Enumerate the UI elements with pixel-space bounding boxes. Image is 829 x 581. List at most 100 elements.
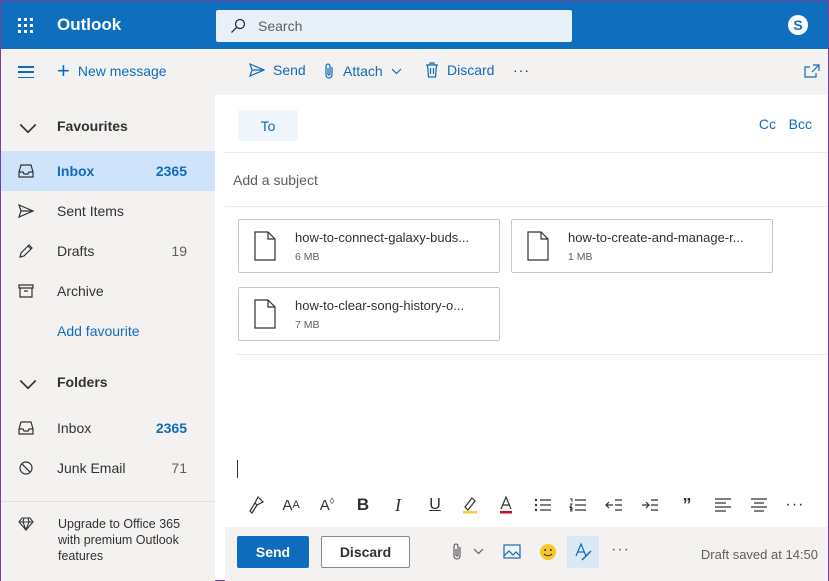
send-button[interactable]: Send	[237, 536, 309, 568]
send-toolbar-button[interactable]: Send	[249, 62, 306, 78]
search-input[interactable]: Search	[258, 18, 302, 34]
sidebar-item-drafts[interactable]: Drafts 19	[1, 231, 215, 271]
send-bar: Send Discard ··· Draft saved at 14:50	[225, 527, 828, 581]
discard-toolbar-label: Discard	[447, 62, 495, 78]
file-icon	[254, 299, 276, 329]
to-button[interactable]: To	[238, 110, 298, 141]
add-favourite-label: Add favourite	[57, 323, 140, 339]
highlight-icon[interactable]	[459, 495, 481, 515]
increase-indent-icon[interactable]	[639, 495, 661, 515]
skype-icon[interactable]: S	[788, 15, 808, 35]
cc-link[interactable]: Cc	[759, 116, 776, 132]
chevron-down-icon	[391, 68, 402, 74]
folders-header[interactable]: Folders	[1, 362, 215, 402]
search-box[interactable]: Search	[216, 10, 572, 42]
inbox-icon	[18, 164, 34, 178]
search-icon	[231, 18, 246, 33]
message-body[interactable]	[225, 355, 828, 483]
text-effects-icon[interactable]: A ◊	[316, 495, 338, 515]
item-count: 19	[171, 243, 187, 259]
attachment-name: how-to-connect-galaxy-buds...	[295, 230, 470, 245]
underline-icon[interactable]: U	[424, 495, 446, 515]
decrease-indent-icon[interactable]	[603, 495, 625, 515]
sidebar-item-label: Archive	[57, 283, 104, 299]
subject-field[interactable]: Add a subject	[225, 153, 828, 207]
sidebar-item-label: Inbox	[57, 163, 95, 179]
sidebar-item-label: Drafts	[57, 243, 95, 259]
attachment-size: 6 MB	[295, 251, 320, 263]
image-icon[interactable]	[503, 544, 521, 559]
favourites-header[interactable]: Favourites	[1, 106, 215, 146]
new-message-button[interactable]: + New message	[57, 60, 167, 82]
more-options-button[interactable]: ···	[611, 541, 630, 559]
emoji-icon[interactable]	[539, 543, 557, 561]
sidebar-item-label: Junk Email	[57, 460, 126, 476]
formatting-toolbar: AA A ◊ B I U ” ···	[225, 485, 828, 525]
font-color-icon[interactable]	[495, 495, 517, 515]
sidebar-item-label: Inbox	[57, 420, 92, 436]
archive-icon	[18, 284, 34, 298]
favourites-label: Favourites	[57, 118, 128, 134]
app-title[interactable]: Outlook	[57, 15, 215, 35]
pencil-icon	[19, 244, 33, 258]
command-bar: + New message Send Attach Discard ···	[1, 49, 828, 95]
numbering-icon[interactable]	[567, 495, 589, 515]
quote-icon[interactable]: ”	[676, 495, 698, 515]
chevron-down-icon	[19, 123, 37, 134]
new-message-label: New message	[77, 63, 167, 79]
add-favourite-link[interactable]: Add favourite	[1, 311, 215, 351]
subject-placeholder: Add a subject	[233, 172, 318, 188]
more-formatting-icon[interactable]: ···	[784, 495, 806, 515]
bold-icon[interactable]: B	[352, 495, 374, 515]
chevron-down-icon	[19, 379, 37, 390]
draft-status: Draft saved at 14:50	[700, 547, 818, 562]
align-center-icon[interactable]	[748, 495, 770, 515]
bullets-icon[interactable]	[532, 495, 554, 515]
chevron-down-icon[interactable]	[473, 548, 484, 555]
align-left-icon[interactable]	[712, 495, 734, 515]
paperclip-icon[interactable]	[451, 542, 463, 562]
discard-button[interactable]: Discard	[321, 536, 410, 568]
unread-count: 2365	[155, 163, 187, 179]
discard-toolbar-button[interactable]: Discard	[425, 62, 494, 78]
upgrade-banner[interactable]: Upgrade to Office 365 with premium Outlo…	[1, 501, 215, 581]
bcc-link[interactable]: Bcc	[789, 116, 812, 132]
editor-icon[interactable]	[567, 536, 599, 568]
attachment-size: 7 MB	[295, 319, 320, 331]
attachment-card[interactable]: how-to-connect-galaxy-buds... 6 MB	[238, 219, 500, 273]
trash-icon	[426, 62, 438, 78]
file-icon	[527, 231, 549, 261]
inbox-icon	[18, 421, 34, 435]
to-row: To Cc Bcc	[225, 99, 828, 153]
sidebar-item-inbox[interactable]: Inbox 2365	[1, 408, 215, 448]
send-icon	[249, 63, 265, 77]
sidebar-item-junk-email[interactable]: Junk Email 71	[1, 448, 215, 488]
italic-icon[interactable]: I	[387, 495, 409, 515]
app-launcher-button[interactable]	[1, 1, 49, 49]
upgrade-text: Upgrade to Office 365 with premium Outlo…	[58, 517, 181, 563]
file-icon	[254, 231, 276, 261]
format-painter-icon[interactable]	[245, 495, 267, 515]
sidebar-item-sent-items[interactable]: Sent Items	[1, 191, 215, 231]
send-toolbar-label: Send	[273, 62, 306, 78]
more-options-button[interactable]: ···	[513, 62, 530, 78]
unread-count: 2365	[155, 420, 187, 436]
attachment-card[interactable]: how-to-clear-song-history-o... 7 MB	[238, 287, 500, 341]
sidebar-item-inbox-fav[interactable]: Inbox 2365	[1, 151, 215, 191]
item-count: 71	[171, 460, 187, 476]
sidebar: Favourites Inbox 2365 Sent Items Drafts …	[1, 95, 215, 581]
sidebar-item-archive[interactable]: Archive	[1, 271, 215, 311]
send-icon	[18, 203, 35, 219]
attachment-name: how-to-create-and-manage-r...	[568, 230, 744, 245]
hamburger-menu-icon[interactable]	[18, 66, 34, 78]
font-size-icon[interactable]: AA	[280, 495, 302, 515]
attach-toolbar-label: Attach	[343, 63, 383, 79]
blocked-icon	[19, 461, 33, 475]
attachment-card[interactable]: how-to-create-and-manage-r... 1 MB	[511, 219, 773, 273]
paperclip-icon	[325, 63, 333, 79]
folders-label: Folders	[57, 374, 108, 390]
diamond-icon	[18, 517, 34, 531]
popout-icon[interactable]	[804, 64, 820, 78]
top-bar: Outlook Search S	[1, 1, 828, 49]
attach-toolbar-button[interactable]: Attach	[323, 62, 410, 80]
